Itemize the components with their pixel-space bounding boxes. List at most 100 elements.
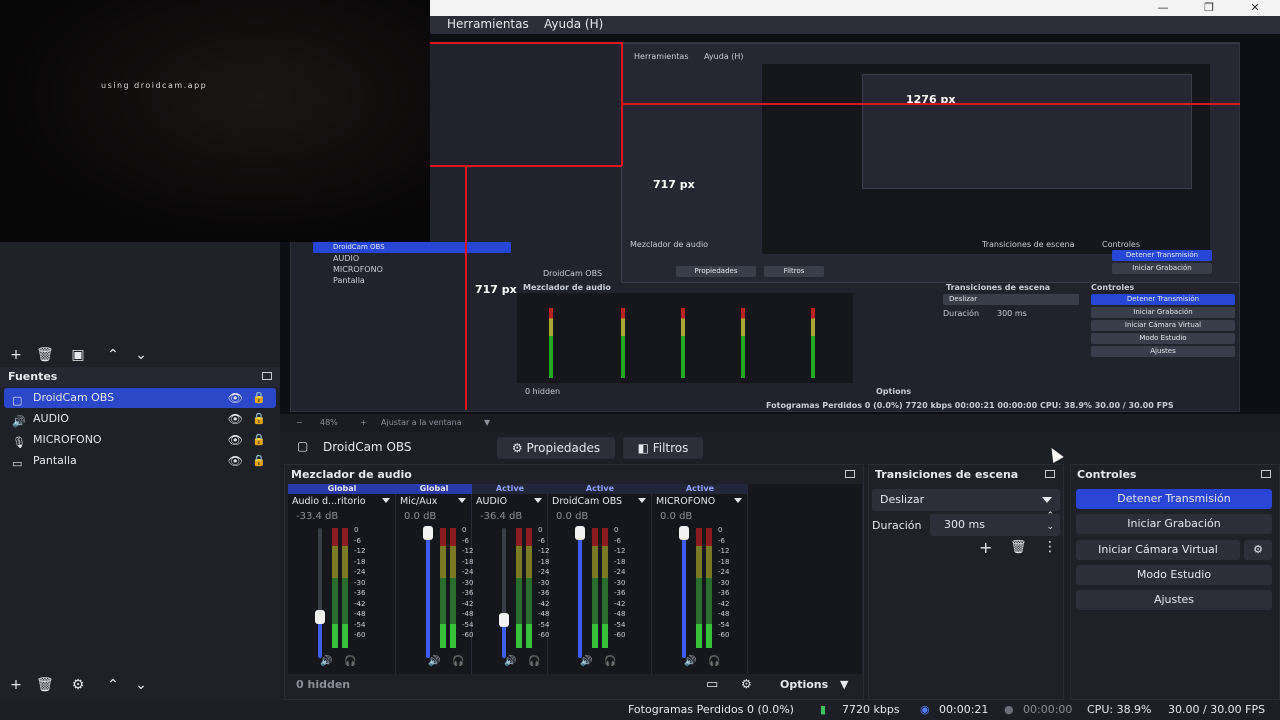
add-transition-icon[interactable]: + <box>979 538 992 557</box>
chevron-down-icon[interactable] <box>638 498 646 503</box>
channel-name[interactable]: AUDIO <box>476 496 507 507</box>
volume-slider-handle[interactable] <box>423 526 433 540</box>
add-scene-icon[interactable]: + <box>8 347 24 363</box>
start-recording-button[interactable]: Iniciar Grabación <box>1076 514 1272 534</box>
visibility-eye-icon[interactable]: 👁 <box>228 388 243 408</box>
studio-mode-button[interactable]: Modo Estudio <box>1076 565 1272 585</box>
transition-menu-icon[interactable]: ⋮ <box>1043 539 1057 555</box>
maximize-button[interactable]: ❐ <box>1194 0 1224 16</box>
scene-filter-icon[interactable]: ▣ <box>70 347 86 363</box>
selected-source-name: DroidCam OBS <box>323 440 412 454</box>
volume-slider-handle[interactable] <box>575 526 585 540</box>
move-up-icon[interactable]: ⌃ <box>105 677 121 693</box>
source-label: DroidCam OBS <box>33 391 115 404</box>
menu-herramientas[interactable]: Herramientas <box>447 17 529 31</box>
monitor-headphones-icon[interactable]: 🎧 <box>344 656 356 667</box>
meter-segment <box>526 546 532 578</box>
stop-stream-button[interactable]: Detener Transmisión <box>1076 489 1272 509</box>
remove-scene-icon[interactable]: 🗑 <box>36 347 54 363</box>
duration-value: 300 ms <box>944 518 985 531</box>
move-up-icon[interactable]: ⌃ <box>105 347 121 363</box>
source-row-droidcam[interactable]: ▢ DroidCam OBS 👁 🔒 <box>4 388 276 408</box>
meter-segment <box>602 546 608 578</box>
source-row-pantalla[interactable]: ▭ Pantalla 👁 🔒 <box>4 451 276 471</box>
move-down-icon[interactable]: ⌄ <box>133 677 149 693</box>
channel-name[interactable]: DroidCam OBS <box>552 496 622 507</box>
channel-name[interactable]: Mic/Aux <box>400 496 437 507</box>
channel-name[interactable]: MICROFONO <box>656 496 715 507</box>
volume-slider[interactable] <box>502 528 506 658</box>
monitor-headphones-icon[interactable]: 🎧 <box>528 656 540 667</box>
meter-scale: 0 -6 -12 -18 -24 -30 -36 -42 -48 -54 -60 <box>718 524 729 640</box>
duration-spinbox[interactable]: 300 ms ⌃ ⌄ <box>930 511 1060 536</box>
hidden-count[interactable]: 0 hidden <box>296 678 350 691</box>
volume-slider[interactable] <box>682 528 686 658</box>
source-row-microfono[interactable]: 🎙 MICROFONO 👁 🔒 <box>4 430 276 450</box>
properties-button[interactable]: ⚙ Propiedades <box>497 437 615 459</box>
lock-icon[interactable]: 🔒 <box>252 430 266 450</box>
meter-segment <box>516 578 522 624</box>
volume-slider-handle[interactable] <box>499 613 509 627</box>
transition-select[interactable]: Deslizar <box>872 489 1060 511</box>
channel-name[interactable]: Audio d...ritorio <box>292 496 366 507</box>
chevron-down-icon[interactable] <box>458 498 466 503</box>
menu-ayuda[interactable]: Ayuda (H) <box>544 17 603 31</box>
spin-arrows-icon[interactable]: ⌃ ⌄ <box>1046 511 1054 533</box>
dock-float-icon[interactable] <box>1045 470 1055 478</box>
minimize-button[interactable]: — <box>1148 0 1178 16</box>
zoom-in-icon[interactable]: + <box>360 418 367 427</box>
virtual-camera-settings-button[interactable]: ⚙ <box>1244 540 1272 560</box>
scale-tick: -48 <box>718 610 730 618</box>
visibility-eye-icon[interactable]: 👁 <box>228 451 243 471</box>
chevron-down-icon[interactable] <box>382 498 390 503</box>
virtual-camera-button[interactable]: Iniciar Cámara Virtual <box>1076 540 1240 560</box>
move-down-icon[interactable]: ⌄ <box>133 347 149 363</box>
source-row-audio[interactable]: 🔊 AUDIO 👁 🔒 <box>4 409 276 429</box>
add-source-icon[interactable]: + <box>8 677 24 693</box>
settings-button[interactable]: Ajustes <box>1076 590 1272 610</box>
visibility-eye-icon[interactable]: 👁 <box>228 409 243 429</box>
nested-duration-value: 300 ms <box>997 309 1027 318</box>
volume-slider[interactable] <box>318 528 322 658</box>
monitor-headphones-icon[interactable]: 🎧 <box>708 656 720 667</box>
meter-segment <box>696 528 702 546</box>
mute-speaker-icon[interactable]: 🔊 <box>684 656 696 667</box>
volume-slider-handle[interactable] <box>679 526 689 540</box>
mute-speaker-icon[interactable]: 🔊 <box>504 656 516 667</box>
lock-icon[interactable]: 🔒 <box>252 409 266 429</box>
nested-menu-herramientas: Herramientas <box>634 52 689 61</box>
remove-transition-icon[interactable]: 🗑 <box>1010 540 1027 555</box>
obs-window: — ❐ ✕ Herramientas Ayuda (H) Herramienta… <box>0 0 1280 720</box>
lock-icon[interactable]: 🔒 <box>252 388 266 408</box>
chevron-down-icon[interactable] <box>534 498 542 503</box>
zoom-fit-select[interactable]: Ajustar a la ventana <box>381 418 462 427</box>
scale-tick: -36 <box>354 589 366 597</box>
level-meter <box>526 528 532 648</box>
options-button[interactable]: Options <box>780 678 828 691</box>
zoom-caret-icon[interactable]: ▼ <box>484 418 490 427</box>
dock-float-icon[interactable] <box>262 372 272 380</box>
dock-float-icon[interactable] <box>845 470 855 478</box>
source-settings-icon[interactable]: ⚙ <box>70 677 86 693</box>
dock-float-icon[interactable] <box>1261 470 1271 478</box>
meter-segment <box>592 624 598 648</box>
zoom-out-icon[interactable]: − <box>296 418 303 427</box>
monitor-headphones-icon[interactable]: 🎧 <box>452 656 464 667</box>
mixer-layout-icon[interactable]: ▭ <box>706 677 718 692</box>
advanced-audio-icon[interactable]: ⚙ <box>741 677 752 691</box>
filters-button[interactable]: ◧ Filtros <box>623 437 703 459</box>
mixer-channel: Global Mic/Aux 0.0 dB 0 -6 -12 -18 -24 -30 -36 -42… <box>396 484 473 674</box>
mute-speaker-icon[interactable]: 🔊 <box>428 656 440 667</box>
monitor-headphones-icon[interactable]: 🎧 <box>604 656 616 667</box>
volume-slider[interactable] <box>578 528 582 658</box>
visibility-eye-icon[interactable]: 👁 <box>228 430 243 450</box>
mute-speaker-icon[interactable]: 🔊 <box>320 656 332 667</box>
close-button[interactable]: ✕ <box>1240 0 1270 16</box>
chevron-down-icon[interactable] <box>734 498 742 503</box>
volume-slider-handle[interactable] <box>315 610 325 624</box>
volume-slider[interactable] <box>426 528 430 658</box>
lock-icon[interactable]: 🔒 <box>252 451 266 471</box>
remove-source-icon[interactable]: 🗑 <box>36 677 54 693</box>
options-caret-icon[interactable]: ▼ <box>840 678 848 691</box>
mute-speaker-icon[interactable]: 🔊 <box>580 656 592 667</box>
